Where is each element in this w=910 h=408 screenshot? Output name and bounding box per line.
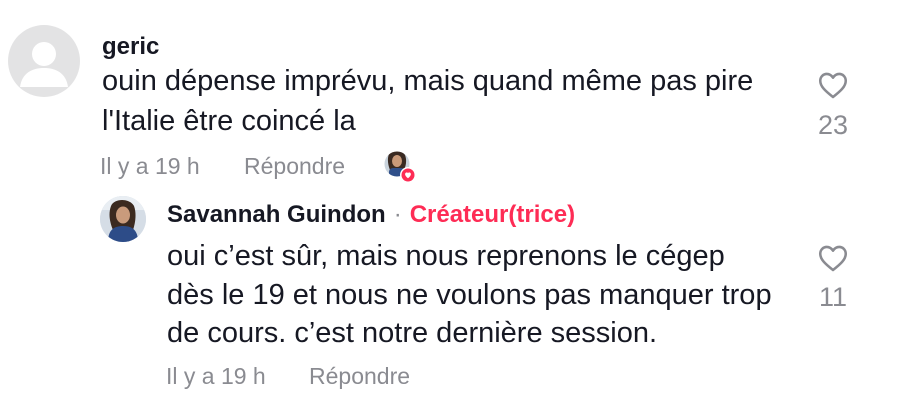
reply-text-line-2: dès le 19 et nous ne voulons pas manquer… [167, 279, 772, 311]
reply-timestamp: Il y a 19 h [166, 363, 266, 389]
comment-reply-button[interactable]: Répondre [244, 152, 345, 180]
reply-like-button[interactable]: 11 [808, 241, 858, 313]
heart-outline-icon [818, 72, 848, 99]
comment-text-line-2: l'Italie être coincé la [102, 105, 356, 137]
comment-like-count: 23 [817, 110, 849, 140]
default-avatar[interactable] [8, 25, 80, 97]
creator-avatar-icon [100, 196, 146, 242]
comment-text-line-1: ouin dépense imprévu, mais quand même pa… [102, 65, 754, 97]
reply-avatar[interactable] [100, 196, 146, 242]
reply-reply-button[interactable]: Répondre [309, 362, 410, 390]
reply-text-line-3: de cours. c’est notre dernière session. [167, 317, 658, 349]
comment-username[interactable]: geric [102, 32, 159, 62]
creator-liked-indicator [383, 150, 417, 184]
default-user-icon [20, 42, 68, 87]
heart-outline-icon [818, 245, 848, 272]
creator-badge: Créateur(trice) [409, 201, 576, 228]
comment-like-button[interactable]: 23 [808, 68, 858, 141]
reply-like-count: 11 [818, 282, 848, 312]
reply-username[interactable]: Savannah Guindon [167, 201, 386, 228]
reply-separator: · [393, 201, 402, 228]
creator-avatar-mini-icon [383, 150, 416, 183]
reply-text-line-1: oui c’est sûr, mais nous reprenons le cé… [167, 240, 725, 272]
reply-header: Savannah Guindon · Créateur(trice) [167, 200, 575, 230]
comment-timestamp: Il y a 19 h [100, 153, 200, 179]
